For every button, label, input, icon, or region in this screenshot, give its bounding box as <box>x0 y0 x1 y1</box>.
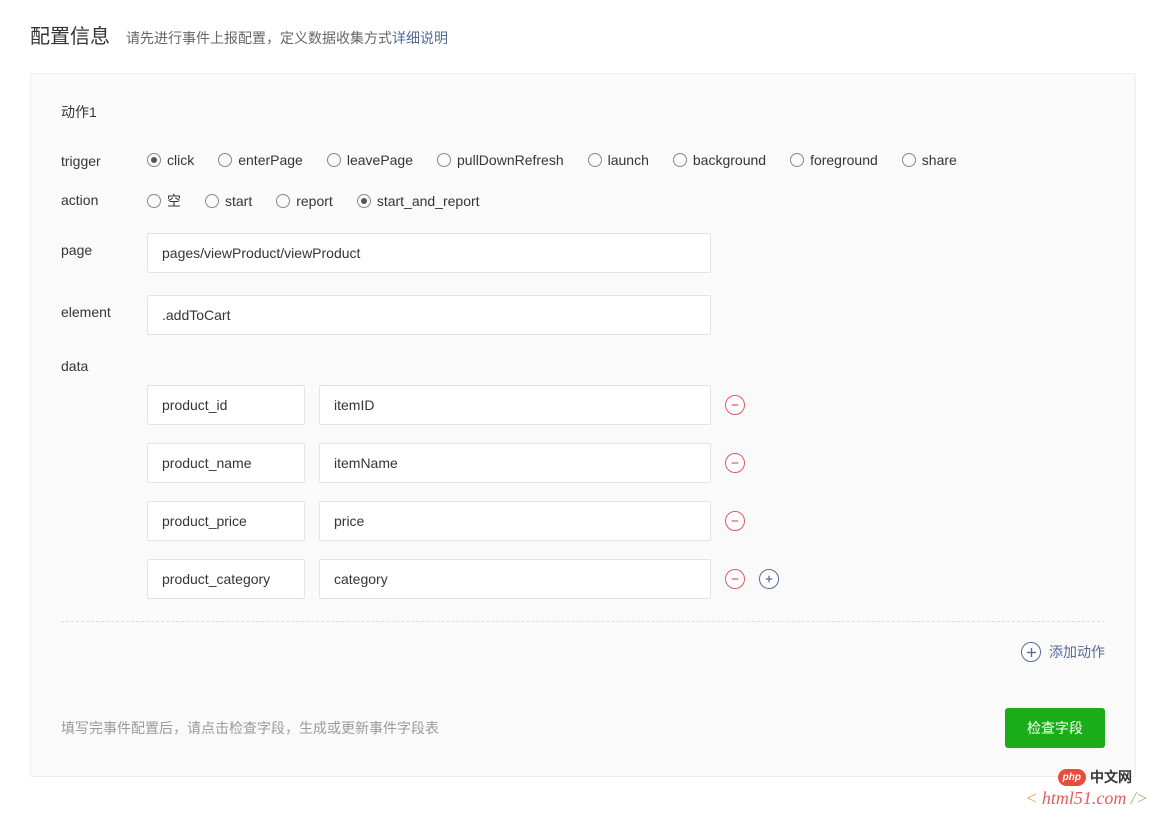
action-radio-start_and_report[interactable]: start_and_report <box>357 193 480 209</box>
action-radio-start[interactable]: start <box>205 193 252 209</box>
data-row <box>147 385 779 425</box>
action-radio-空[interactable]: 空 <box>147 191 181 211</box>
trigger-label: trigger <box>61 152 147 169</box>
radio-icon <box>902 153 916 167</box>
action-label: action <box>61 191 147 208</box>
page-header: 配置信息 请先进行事件上报配置，定义数据收集方式详细说明 <box>30 20 1136 49</box>
trigger-radio-leavePage[interactable]: leavePage <box>327 152 413 168</box>
element-label: element <box>61 295 147 320</box>
page-input[interactable] <box>147 233 711 273</box>
action-radio-report[interactable]: report <box>276 193 333 209</box>
radio-label: enterPage <box>238 152 303 168</box>
radio-icon <box>276 194 290 208</box>
minus-icon[interactable] <box>725 511 745 531</box>
data-key-input[interactable] <box>147 385 305 425</box>
element-input[interactable] <box>147 295 711 335</box>
check-fields-button[interactable]: 检查字段 <box>1005 708 1105 748</box>
element-row: element <box>61 295 1105 335</box>
radio-icon <box>790 153 804 167</box>
page-row: page <box>61 233 1105 273</box>
data-value-input[interactable] <box>319 501 711 541</box>
radio-icon <box>327 153 341 167</box>
data-row <box>147 443 779 483</box>
watermark-text: < html51.com /> <box>1025 788 1148 809</box>
radio-label: 空 <box>167 191 181 211</box>
data-rows-container <box>147 385 779 599</box>
detail-link[interactable]: 详细说明 <box>392 30 448 46</box>
action-radio-group: 空 start report start_and_report <box>147 191 480 211</box>
radio-icon <box>205 194 219 208</box>
trigger-row: trigger click enterPage leavePage pullDownR… <box>61 152 1105 169</box>
trigger-radio-enterPage[interactable]: enterPage <box>218 152 303 168</box>
data-value-input[interactable] <box>319 385 711 425</box>
data-row <box>147 501 779 541</box>
minus-icon[interactable] <box>725 453 745 473</box>
radio-label: report <box>296 193 333 209</box>
action-row: action 空 start report start_and_report <box>61 191 1105 211</box>
data-section: data <box>61 357 1105 599</box>
radio-label: start <box>225 193 252 209</box>
radio-icon <box>588 153 602 167</box>
subtitle-text: 请先进行事件上报配置，定义数据收集方式 <box>126 30 392 46</box>
bottom-hint: 填写完事件配置后，请点击检查字段，生成或更新事件字段表 <box>61 718 439 738</box>
data-key-input[interactable] <box>147 443 305 483</box>
add-action-row[interactable]: 添加动作 <box>61 621 1105 662</box>
config-card: 动作1 trigger click enterPage leavePage pullD… <box>30 73 1136 777</box>
radio-label: share <box>922 152 957 168</box>
radio-icon <box>147 153 161 167</box>
add-action-label: 添加动作 <box>1049 642 1105 662</box>
radio-label: click <box>167 152 194 168</box>
data-value-input[interactable] <box>319 443 711 483</box>
trigger-radio-launch[interactable]: launch <box>588 152 649 168</box>
radio-label: pullDownRefresh <box>457 152 564 168</box>
radio-label: launch <box>608 152 649 168</box>
plus-icon <box>1021 642 1041 662</box>
data-value-input[interactable] <box>319 559 711 599</box>
bottom-bar: 填写完事件配置后，请点击检查字段，生成或更新事件字段表 检查字段 <box>61 708 1105 748</box>
page-label: page <box>61 233 147 258</box>
data-key-input[interactable] <box>147 501 305 541</box>
page-subtitle: 请先进行事件上报配置，定义数据收集方式详细说明 <box>126 28 448 48</box>
trigger-radio-pullDownRefresh[interactable]: pullDownRefresh <box>437 152 564 168</box>
radio-label: foreground <box>810 152 878 168</box>
radio-icon <box>437 153 451 167</box>
trigger-radio-foreground[interactable]: foreground <box>790 152 878 168</box>
trigger-radio-background[interactable]: background <box>673 152 766 168</box>
data-row <box>147 559 779 599</box>
trigger-radio-click[interactable]: click <box>147 152 194 168</box>
section-title: 动作1 <box>61 102 1105 122</box>
radio-icon <box>673 153 687 167</box>
plus-icon[interactable] <box>759 569 779 589</box>
radio-label: background <box>693 152 766 168</box>
radio-label: leavePage <box>347 152 413 168</box>
minus-icon[interactable] <box>725 569 745 589</box>
radio-icon <box>147 194 161 208</box>
radio-icon <box>357 194 371 208</box>
radio-icon <box>218 153 232 167</box>
trigger-radio-share[interactable]: share <box>902 152 957 168</box>
data-label: data <box>61 357 147 374</box>
trigger-radio-group: click enterPage leavePage pullDownRefresh la… <box>147 152 957 168</box>
minus-icon[interactable] <box>725 395 745 415</box>
page-title: 配置信息 <box>30 20 110 49</box>
data-key-input[interactable] <box>147 559 305 599</box>
radio-label: start_and_report <box>377 193 480 209</box>
